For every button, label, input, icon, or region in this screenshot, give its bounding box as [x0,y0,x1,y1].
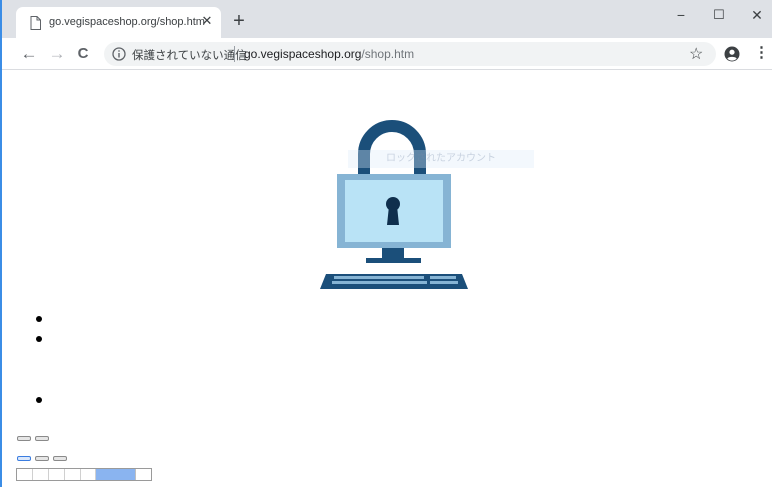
computer-padlock-icon [320,120,468,289]
page-icon [30,16,41,30]
table-cell[interactable] [80,469,97,480]
table-cell-selected[interactable] [96,469,137,480]
list-item [36,336,42,342]
mini-button[interactable] [53,456,67,461]
account-icon[interactable] [724,46,740,62]
page-content: ロックされたアカウント [2,71,772,487]
table-cell[interactable] [136,469,152,480]
info-icon[interactable] [112,47,126,61]
mini-button-selected[interactable] [17,456,31,461]
mini-button[interactable] [35,436,49,441]
security-warning: 保護されていない通信 [132,50,247,62]
maximize-icon[interactable]: ☐ [704,4,734,26]
back-arrow-icon[interactable]: ← [18,43,40,65]
browser-window: go.vegispaceshop.org/shop.htm ✕ + − ☐ ✕ … [0,0,772,487]
url-path: /shop.htm [361,47,415,61]
reload-icon[interactable]: C [72,43,94,65]
bookmark-star-icon[interactable]: ☆ [689,44,703,64]
url-host: go.vegispaceshop.org [244,47,362,61]
tab-strip: go.vegispaceshop.org/shop.htm ✕ + − ☐ ✕ [2,0,772,38]
table-cell[interactable] [48,469,65,480]
window-close-icon[interactable]: ✕ [742,4,772,26]
browser-tab[interactable]: go.vegispaceshop.org/shop.htm ✕ [16,7,221,38]
menu-icon[interactable]: ⋮ [754,44,769,62]
minimize-icon[interactable]: − [666,4,696,26]
tab-close-icon[interactable]: ✕ [199,12,215,30]
tab-title: go.vegispaceshop.org/shop.htm [49,16,205,28]
table-cell[interactable] [64,469,81,480]
url-text[interactable]: go.vegispaceshop.org/shop.htm [244,47,414,61]
mini-button[interactable] [17,436,31,441]
address-bar[interactable]: 保護されていない通信 go.vegispaceshop.org/shop.htm… [104,42,716,66]
table-row [16,468,152,481]
new-tab-icon[interactable]: + [230,11,248,31]
table-cell[interactable] [17,469,33,480]
table-cell[interactable] [32,469,49,480]
list-item [36,397,42,403]
omnibox-divider [234,46,235,62]
forward-arrow-icon[interactable]: → [46,43,68,65]
browser-toolbar: ← → C 保護されていない通信 go.vegispaceshop.org/sh… [2,38,772,70]
overlay-caption: ロックされたアカウント [348,150,534,168]
list-item [36,316,42,322]
mini-button[interactable] [35,456,49,461]
